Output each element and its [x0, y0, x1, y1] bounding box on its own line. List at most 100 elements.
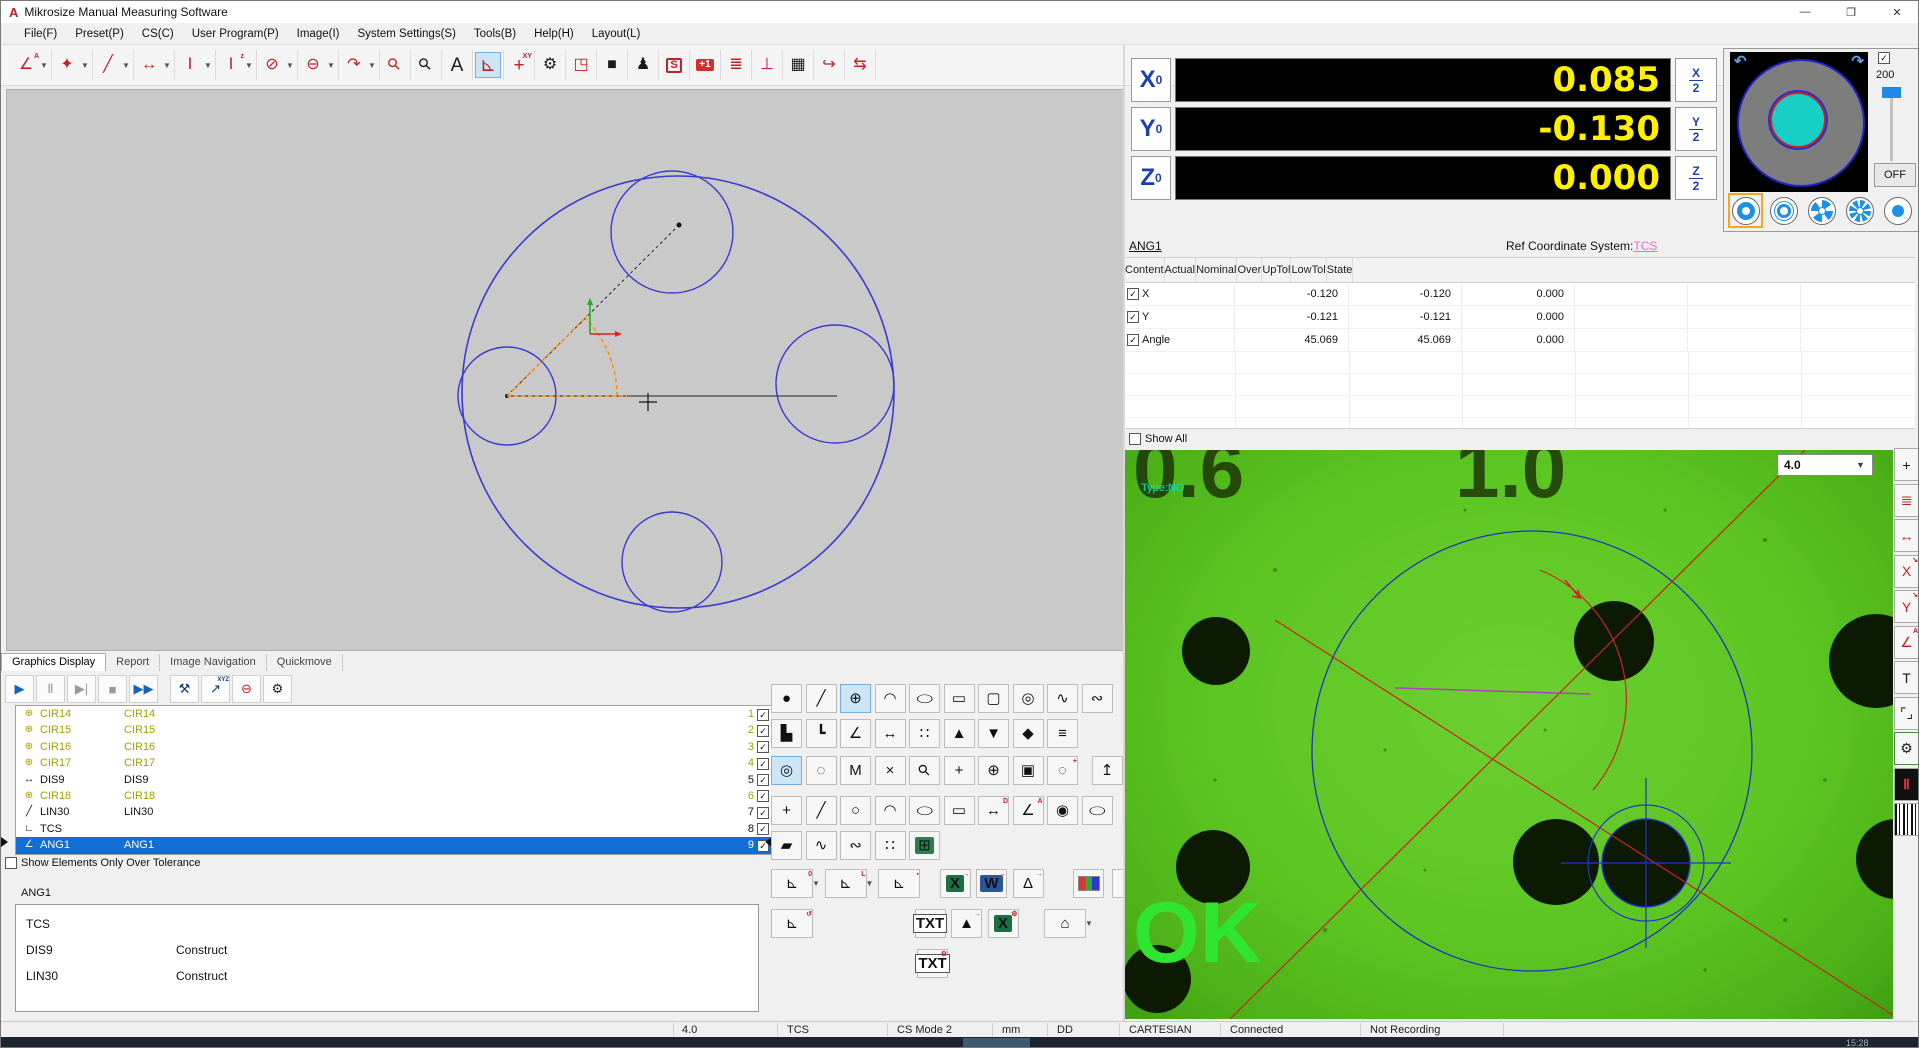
edge-box-tool[interactable]: ▣: [1013, 756, 1044, 785]
construct-ellipse-tool[interactable]: ◯: [909, 796, 940, 825]
table-column-header[interactable]: State: [1327, 258, 1354, 282]
point-draw-tool[interactable]: ●: [771, 684, 802, 713]
ring-full-mode[interactable]: [1728, 193, 1763, 228]
export-word-button[interactable]: W→: [976, 869, 1007, 898]
delete-forbid-button[interactable]: ⊖: [232, 675, 261, 703]
light-enable-checkbox[interactable]: ✓: [1878, 52, 1890, 64]
menu-file[interactable]: File(F): [15, 28, 66, 40]
menu-system-settings[interactable]: System Settings(S): [348, 28, 464, 40]
dro-half-button[interactable]: Z2: [1675, 156, 1717, 200]
export-txt-button[interactable]: TXT→: [915, 909, 946, 938]
taskbar-app-indicator[interactable]: [963, 1038, 1030, 1048]
tab-quickmove[interactable]: Quickmove: [267, 654, 343, 671]
play-button[interactable]: ▶: [5, 675, 34, 703]
multi-dimension-button[interactable]: ≣: [1894, 484, 1919, 517]
light-off-button[interactable]: OFF: [1874, 163, 1916, 187]
stage-move-button[interactable]: +: [1894, 448, 1919, 481]
cs-save-button[interactable]: ⊾▪: [878, 869, 920, 898]
settings-gear-tool[interactable]: ⚙: [537, 52, 563, 78]
dashed-circle-tool[interactable]: ◌+: [1047, 756, 1078, 785]
detail-row[interactable]: LIN30 Construct: [16, 963, 758, 989]
element-list-row[interactable]: ╱ LIN30 LIN30 7 ✓: [16, 804, 772, 820]
table-row[interactable]: ✓Angle 45.069 45.069 0.000: [1125, 329, 1915, 352]
dropdown-arrow-icon[interactable]: ▼: [285, 61, 295, 70]
dro-half-button[interactable]: X2: [1675, 58, 1717, 102]
slot-draw-tool[interactable]: ▢: [978, 684, 1009, 713]
table-row[interactable]: ✓X -0.120 -0.120 0.000: [1125, 283, 1915, 306]
construct-angle-tool[interactable]: ∠A: [1013, 796, 1044, 825]
light-slider-thumb[interactable]: [1882, 87, 1901, 98]
detail-row[interactable]: TCS: [16, 911, 758, 937]
menu-user-program[interactable]: User Program(P): [183, 28, 288, 40]
rotate-cw-icon[interactable]: ↷: [1851, 52, 1864, 70]
rect-draw-tool[interactable]: ▭: [944, 684, 975, 713]
element-visible-checkbox[interactable]: ✓: [757, 790, 769, 802]
construct-rect-tool[interactable]: ▭: [944, 796, 975, 825]
circle-draw-tool[interactable]: ⊕: [840, 684, 871, 713]
construct-arc-tool[interactable]: ◠: [875, 796, 906, 825]
dro-axis-label[interactable]: Y0: [1131, 107, 1171, 151]
ring-segments-tool[interactable]: ◌: [806, 756, 837, 785]
excel-settings-button[interactable]: X⚙: [988, 909, 1019, 938]
plus-one-tool[interactable]: +1: [692, 52, 718, 78]
distance-measure-tool[interactable]: ↔: [136, 52, 162, 78]
parallel-profile-tool[interactable]: ≡: [1047, 719, 1078, 748]
menu-tools[interactable]: Tools(B): [465, 28, 525, 40]
grid-table-tool[interactable]: ▦: [785, 52, 811, 78]
element-list-row[interactable]: ⊕ CIR15 CIR15 2 ✓: [16, 722, 772, 738]
light-ring-preview[interactable]: ↶ ↷: [1730, 52, 1868, 192]
dropdown-arrow-icon[interactable]: ▼: [244, 61, 254, 70]
profile-notch-tool[interactable]: ◆: [1013, 719, 1044, 748]
point-cloud-tool[interactable]: ∷: [909, 719, 940, 748]
x-dimension-button[interactable]: X ↘: [1894, 555, 1919, 588]
table-column-header[interactable]: Nominal: [1196, 258, 1237, 282]
arc-measure-tool[interactable]: ↷: [341, 52, 367, 78]
dropdown-arrow-icon[interactable]: ▼: [121, 61, 131, 70]
height-measure-tool[interactable]: Ⅰ: [177, 52, 203, 78]
skew-lines-tool[interactable]: ×: [875, 756, 906, 785]
element-visible-checkbox[interactable]: ✓: [757, 807, 769, 819]
cs-rotate-button[interactable]: ⊾↺: [771, 909, 813, 938]
row-checkbox[interactable]: ✓: [1127, 288, 1139, 300]
element-list-row[interactable]: ↔ DIS9 DIS9 5 ✓: [16, 772, 772, 788]
construct-distance-tool[interactable]: ↔D: [978, 796, 1009, 825]
point-measure-tool[interactable]: ✦: [54, 52, 80, 78]
probe-person-tool[interactable]: ♟: [630, 52, 656, 78]
construct-points-tool[interactable]: ∷: [875, 831, 906, 860]
dimension-swap-tool[interactable]: ⇆: [847, 52, 873, 78]
export-compare-button[interactable]: Δ→: [1013, 869, 1044, 898]
program-settings-button[interactable]: ⚙: [263, 675, 292, 703]
distance-dimension-button[interactable]: ↔: [1894, 519, 1919, 552]
show-all-checkbox[interactable]: [1129, 433, 1141, 445]
profile-peaks-tool[interactable]: ▲: [944, 719, 975, 748]
label-text-button[interactable]: T: [1894, 661, 1919, 694]
height-gauge-tool[interactable]: ┗: [806, 719, 837, 748]
dropdown-arrow-icon[interactable]: ▼: [326, 61, 336, 70]
spot-center-mode[interactable]: [1880, 193, 1915, 228]
ring-double-mode[interactable]: [1766, 193, 1801, 228]
tab-graphics-display[interactable]: Graphics Display: [1, 653, 106, 671]
color-bars-button[interactable]: [1073, 869, 1104, 898]
dro-half-button[interactable]: Y2: [1675, 107, 1717, 151]
element-visible-checkbox[interactable]: ✓: [757, 774, 769, 786]
dropdown-arrow-icon[interactable]: ▼: [367, 61, 377, 70]
element-visible-checkbox[interactable]: ✓: [757, 709, 769, 721]
circle-crosshair-tool[interactable]: ⊕: [978, 756, 1009, 785]
home-button[interactable]: ⌂▼: [1044, 909, 1086, 938]
report-window-tool[interactable]: ◳: [568, 52, 594, 78]
cs-zero-button[interactable]: ⊾0▼: [771, 869, 813, 898]
ring-segment-mode[interactable]: [1842, 193, 1877, 228]
table-column-header[interactable]: Over: [1237, 258, 1262, 282]
table-column-header[interactable]: UpTol: [1262, 258, 1291, 282]
cs-level-button[interactable]: ⊾L▼: [825, 869, 867, 898]
txt-settings-button[interactable]: TXT⚙: [917, 949, 948, 978]
tab-image-navigation[interactable]: Image Navigation: [160, 654, 267, 671]
wave-draw-tool[interactable]: ∿: [1047, 684, 1078, 713]
maximize-button[interactable]: ❐: [1828, 1, 1874, 23]
y-dimension-button[interactable]: Y ↘: [1894, 590, 1919, 623]
calculator-tool[interactable]: ⊞: [909, 831, 940, 860]
ellipse-draw-tool[interactable]: ◯: [909, 684, 940, 713]
dropdown-arrow-icon[interactable]: ▼: [39, 61, 49, 70]
profile-valleys-tool[interactable]: ▼: [978, 719, 1009, 748]
angle-measure-tool[interactable]: ∠ A: [13, 52, 39, 78]
